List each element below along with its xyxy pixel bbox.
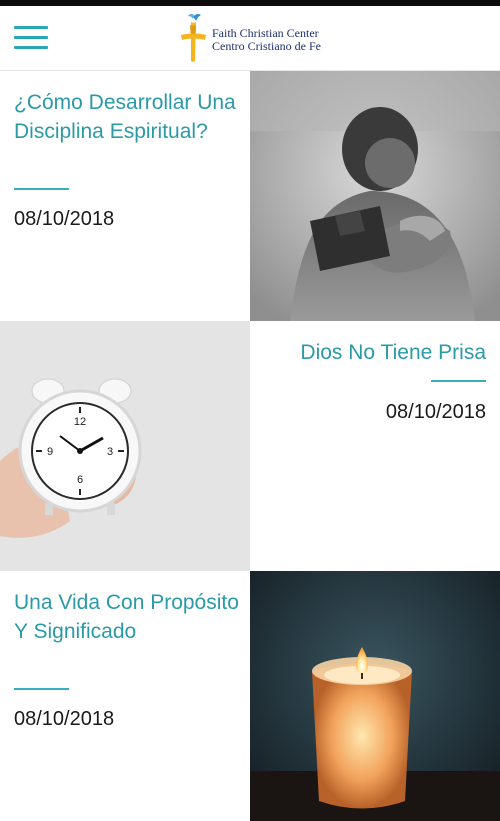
menu-bar-line — [14, 36, 48, 39]
post-date: 08/10/2018 — [14, 708, 115, 730]
title-divider — [14, 688, 69, 690]
lit-candle-image[interactable] — [250, 571, 500, 821]
post-title[interactable]: ¿Cómo Desarrollar Una Disciplina Espirit… — [14, 88, 239, 146]
man-praying-holding-bible-image[interactable] — [250, 71, 500, 321]
title-divider — [431, 380, 486, 382]
post-grid: ¿Cómo Desarrollar Una Disciplina Espirit… — [0, 71, 500, 821]
cross-dove-logo-icon — [181, 13, 206, 62]
post-card-text[interactable]: ¿Cómo Desarrollar Una Disciplina Espirit… — [0, 71, 251, 321]
post-image — [250, 571, 500, 821]
post-date: 08/10/2018 — [385, 401, 486, 423]
site-logo[interactable]: Faith Christian Center Centro Cristiano … — [178, 13, 338, 63]
hand-holding-alarm-clock-image[interactable]: 12 3 6 9 — [0, 321, 250, 571]
menu-bar-line — [14, 26, 48, 29]
title-divider — [14, 188, 69, 190]
post-title[interactable]: Dios No Tiene Prisa — [261, 338, 486, 367]
svg-text:12: 12 — [74, 416, 86, 428]
post-title[interactable]: Una Vida Con Propósito Y Significado — [14, 588, 239, 646]
post-image: 12 3 6 9 — [0, 321, 250, 571]
svg-text:9: 9 — [47, 446, 53, 458]
hamburger-menu-icon[interactable] — [14, 24, 48, 52]
logo-name-spanish: Centro Cristiano de Fe — [212, 39, 321, 53]
post-card-text[interactable]: Dios No Tiene Prisa 08/10/2018 — [250, 321, 500, 571]
app-header: Faith Christian Center Centro Cristiano … — [0, 6, 500, 71]
post-date: 08/10/2018 — [14, 208, 115, 230]
menu-bar-line — [14, 46, 48, 49]
svg-text:3: 3 — [107, 446, 113, 458]
svg-text:6: 6 — [77, 474, 83, 486]
post-card-text[interactable]: Una Vida Con Propósito Y Significado 08/… — [0, 571, 251, 821]
post-image — [250, 71, 500, 321]
